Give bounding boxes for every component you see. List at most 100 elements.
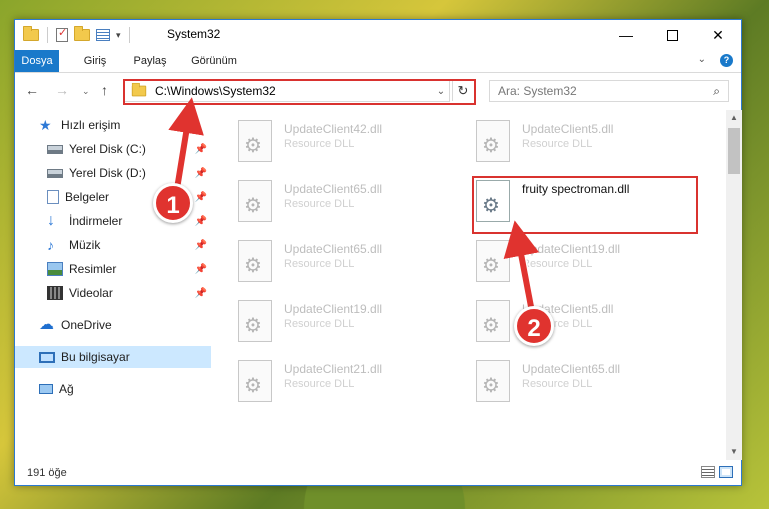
scroll-up-icon[interactable]: ▲ (726, 110, 742, 126)
computer-icon (39, 351, 55, 363)
sidebar-item-videos[interactable]: Videolar 📌 (15, 282, 211, 304)
file-item[interactable]: UpdateClient5.dll Resource DLL (476, 120, 696, 168)
tab-share[interactable]: Paylaş (125, 50, 175, 72)
file-name: UpdateClient19.dll (522, 242, 621, 256)
pin-icon: 📌 (194, 143, 207, 155)
dll-file-icon (476, 300, 510, 342)
file-item[interactable]: UpdateClient5.dll Resource DLL (476, 300, 696, 348)
music-icon: ♪ (47, 237, 54, 253)
list-view-icon[interactable] (96, 29, 110, 41)
sidebar-item-label: Resimler (69, 262, 117, 276)
window-title: System32 (167, 27, 221, 41)
expand-ribbon-chevron-icon[interactable]: ⌄ (698, 54, 706, 67)
close-button[interactable]: ✕ (695, 20, 741, 50)
ribbon-controls: ⌄ ? (698, 54, 733, 67)
search-placeholder: Ara: System32 (498, 84, 577, 98)
pictures-icon (47, 262, 63, 276)
customize-toolbar-chevron-icon[interactable]: ▾ (116, 30, 121, 41)
maximize-button[interactable] (649, 20, 695, 50)
forward-arrow-icon[interactable]: → (55, 82, 69, 98)
tab-view[interactable]: Görünüm (183, 50, 245, 72)
file-item[interactable]: UpdateClient65.dll Resource DLL (476, 360, 696, 408)
file-item[interactable]: UpdateClient19.dll Resource DLL (238, 300, 458, 348)
minimize-button[interactable]: — (603, 20, 649, 50)
sidebar-item-label: Ağ (59, 382, 74, 396)
search-icon[interactable]: ⌕ (713, 84, 720, 99)
drive-icon (47, 144, 63, 154)
highlight-box-file (472, 176, 698, 234)
file-type: Resource DLL (522, 258, 593, 270)
folder-icon (23, 26, 39, 41)
search-input[interactable]: Ara: System32 ⌕ (489, 80, 729, 102)
sidebar-item-pictures[interactable]: Resimler 📌 (15, 258, 211, 280)
sidebar-item-music[interactable]: ♪ Müzik 📌 (15, 234, 211, 256)
help-icon[interactable]: ? (720, 54, 733, 67)
minimize-icon: — (619, 27, 633, 43)
file-name: UpdateClient5.dll (522, 122, 614, 136)
scrollbar-thumb[interactable] (728, 128, 740, 174)
pin-icon: 📌 (194, 191, 207, 203)
sidebar-item-label: Videolar (69, 286, 113, 300)
file-item[interactable]: UpdateClient65.dll Resource DLL (238, 180, 458, 228)
sidebar-item-local-disk-c[interactable]: Yerel Disk (C:) 📌 (15, 138, 211, 160)
file-type: Resource DLL (522, 378, 593, 390)
ribbon-tabs: Dosya Giriş Paylaş Görünüm ⌄ ? (15, 50, 741, 73)
new-folder-icon[interactable] (74, 26, 90, 41)
item-count: 191 öğe (27, 467, 67, 479)
step-2-badge: 2 (514, 306, 554, 346)
sidebar-item-local-disk-d[interactable]: Yerel Disk (D:) 📌 (15, 162, 211, 184)
documents-icon (47, 190, 59, 204)
network-icon (39, 384, 53, 394)
toolbar-separator (47, 27, 48, 43)
sidebar-item-onedrive[interactable]: ☁ OneDrive (15, 314, 211, 336)
pin-icon: 📌 (194, 263, 207, 275)
close-icon: ✕ (712, 26, 724, 43)
sidebar-item-label: Yerel Disk (D:) (69, 166, 146, 180)
star-icon: ★ (39, 117, 52, 133)
sidebar-item-this-pc[interactable]: Bu bilgisayar (15, 346, 211, 368)
pin-icon: 📌 (194, 239, 207, 251)
address-history-chevron-icon[interactable]: ⌄ (433, 86, 449, 97)
dll-file-icon (238, 120, 272, 162)
folder-icon (131, 82, 147, 97)
navigation-pane: ★ Hızlı erişim Yerel Disk (C:) 📌 Yerel D… (15, 110, 211, 460)
dll-file-icon (238, 360, 272, 402)
dll-file-icon (238, 180, 272, 222)
file-explorer-window: ▾ System32 — ✕ Dosya Giriş Paylaş Görünü… (14, 19, 742, 486)
scroll-down-icon[interactable]: ▼ (726, 444, 742, 460)
sidebar-item-network[interactable]: Ağ (15, 378, 211, 400)
address-path[interactable]: C:\Windows\System32 (155, 84, 433, 98)
dll-file-icon (476, 240, 510, 282)
address-bar[interactable]: C:\Windows\System32 ⌄ (123, 80, 450, 102)
sidebar-item-label: OneDrive (61, 318, 112, 332)
refresh-icon[interactable]: ↻ (452, 81, 473, 101)
toolbar-separator (128, 27, 130, 43)
drive-icon (47, 168, 63, 178)
tab-file[interactable]: Dosya (15, 50, 59, 72)
vertical-scrollbar[interactable]: ▲ ▼ (726, 110, 742, 460)
back-arrow-icon[interactable]: ← (25, 82, 39, 98)
file-type: Resource DLL (284, 198, 355, 210)
file-type: Resource DLL (522, 138, 593, 150)
up-arrow-icon[interactable]: ↑ (101, 82, 108, 98)
file-name: UpdateClient65.dll (284, 182, 383, 196)
file-type: Resource DLL (284, 138, 355, 150)
file-item[interactable]: UpdateClient65.dll Resource DLL (238, 240, 458, 288)
large-icons-view-icon[interactable] (719, 466, 733, 478)
file-item[interactable]: UpdateClient42.dll Resource DLL (238, 120, 458, 168)
recent-locations-chevron-icon[interactable]: ⌄ (82, 86, 90, 97)
tab-home[interactable]: Giriş (75, 50, 115, 72)
sidebar-item-label: Bu bilgisayar (61, 350, 130, 364)
sidebar-item-quick-access[interactable]: ★ Hızlı erişim (15, 114, 211, 136)
file-item[interactable]: UpdateClient19.dll Resource DLL (476, 240, 696, 288)
details-view-icon[interactable] (701, 466, 715, 478)
step-1-badge: 1 (153, 183, 193, 223)
file-name: UpdateClient42.dll (284, 122, 383, 136)
navigation-bar: ← → ⌄ ↑ C:\Windows\System32 ⌄ ↻ Ara: Sys… (15, 73, 741, 109)
file-item[interactable]: UpdateClient21.dll Resource DLL (238, 360, 458, 408)
sidebar-item-label: Yerel Disk (C:) (69, 142, 146, 156)
properties-icon[interactable] (56, 26, 68, 42)
sidebar-item-label: Müzik (69, 238, 101, 252)
download-icon: ↓ (47, 212, 55, 229)
dll-file-icon (476, 360, 510, 402)
